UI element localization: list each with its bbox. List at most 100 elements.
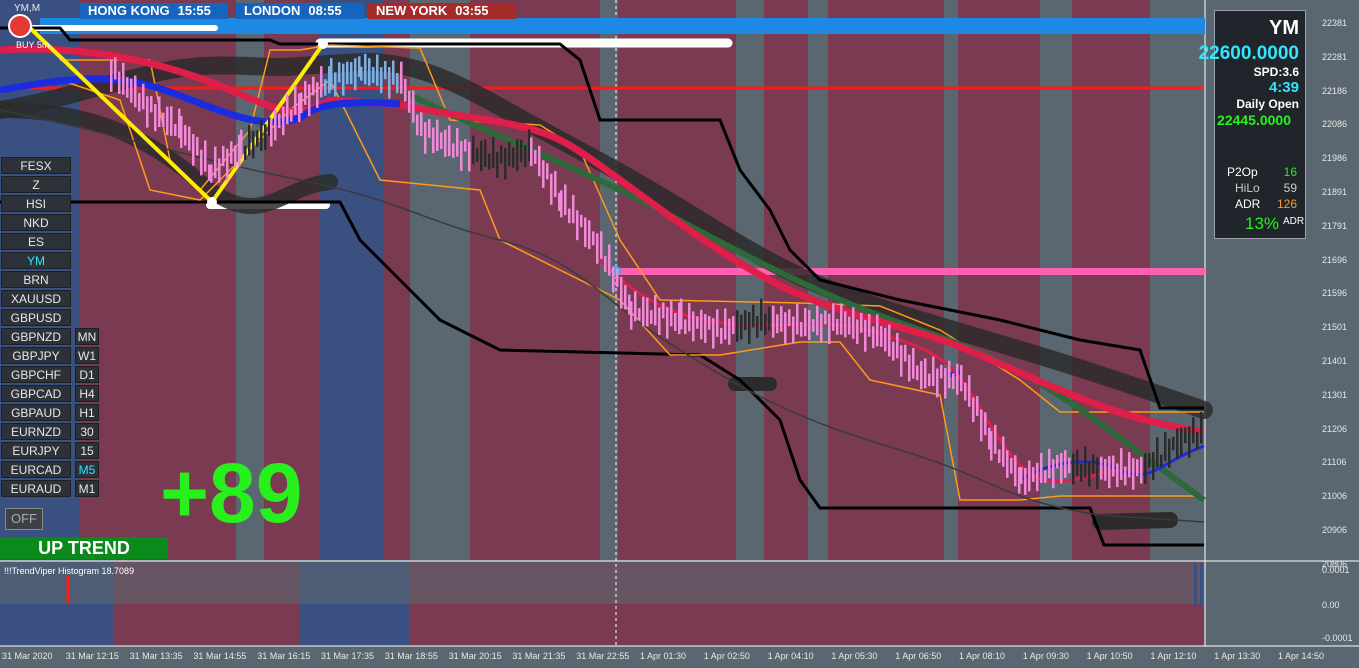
candle bbox=[568, 208, 571, 224]
symbol-button-gbpcad[interactable]: GBPCAD bbox=[1, 385, 71, 402]
candle bbox=[496, 152, 499, 178]
timeframe-button-30[interactable]: 30 bbox=[75, 423, 99, 440]
candle bbox=[1104, 458, 1107, 481]
candle bbox=[1080, 464, 1083, 482]
candle bbox=[804, 307, 807, 337]
panel-price: 22600.0000 bbox=[1198, 43, 1299, 64]
candle bbox=[504, 147, 507, 180]
candle bbox=[692, 311, 695, 342]
candle bbox=[294, 85, 297, 115]
timeframe-button-m5[interactable]: M5 bbox=[75, 461, 99, 478]
symbol-button-z[interactable]: Z bbox=[1, 176, 71, 193]
candle bbox=[214, 146, 217, 179]
symbol-button-nkd[interactable]: NKD bbox=[1, 214, 71, 231]
pips-counter: +89 bbox=[160, 446, 303, 540]
candle bbox=[134, 75, 137, 108]
candle bbox=[684, 319, 687, 335]
p2op-value: 16 bbox=[1283, 165, 1297, 179]
time-tick: 31 Mar 13:35 bbox=[129, 651, 183, 661]
time-tick: 31 Mar 22:55 bbox=[576, 651, 630, 661]
off-button[interactable]: OFF bbox=[5, 508, 43, 530]
timeframe-button-w1[interactable]: W1 bbox=[75, 347, 99, 364]
time-tick: 1 Apr 01:30 bbox=[640, 651, 687, 661]
symbol-button-gbpjpy[interactable]: GBPJPY bbox=[1, 347, 71, 364]
symbol-button-gbpaud[interactable]: GBPAUD bbox=[1, 404, 71, 421]
candle bbox=[796, 303, 799, 335]
symbol-button-eurcad[interactable]: EURCAD bbox=[1, 461, 71, 478]
symbol-button-gbpusd[interactable]: GBPUSD bbox=[1, 309, 71, 326]
candle bbox=[704, 314, 707, 343]
candle bbox=[1132, 458, 1135, 490]
candle bbox=[1040, 453, 1043, 483]
timeframe-button-15[interactable]: 15 bbox=[75, 442, 99, 459]
time-tick: 1 Apr 02:50 bbox=[703, 651, 750, 661]
symbol-button-gbpnzd[interactable]: GBPNZD bbox=[1, 328, 71, 345]
candle bbox=[580, 214, 583, 228]
price-tick: 21106 bbox=[1322, 457, 1347, 468]
candle bbox=[184, 125, 187, 146]
candle bbox=[1002, 436, 1005, 467]
price-tick: 21206 bbox=[1322, 423, 1348, 434]
candle bbox=[608, 244, 611, 276]
symbol-button-xauusd[interactable]: XAUUSD bbox=[1, 290, 71, 307]
timeframe-button-h1[interactable]: H1 bbox=[75, 404, 99, 421]
symbol-button-eurnzd[interactable]: EURNZD bbox=[1, 423, 71, 440]
candle bbox=[612, 266, 615, 293]
candle bbox=[260, 119, 263, 152]
symbol-button-eurjpy[interactable]: EURJPY bbox=[1, 442, 71, 459]
candle bbox=[512, 147, 515, 168]
symbol-button-euraud[interactable]: EURAUD bbox=[1, 480, 71, 497]
info-panel: YM 22600.0000 SPD:3.6 4:39 Daily Open 22… bbox=[1199, 10, 1306, 239]
logo-icon bbox=[8, 14, 32, 38]
candle bbox=[1068, 457, 1071, 474]
candle bbox=[334, 72, 337, 97]
candle bbox=[274, 109, 277, 141]
panel-spread: SPD:3.6 bbox=[1254, 65, 1299, 79]
candle bbox=[1144, 453, 1147, 485]
candle bbox=[788, 309, 791, 327]
time-tick: 1 Apr 14:50 bbox=[1278, 651, 1325, 661]
time-tick: 31 Mar 16:15 bbox=[257, 651, 311, 661]
adr-label: ADR bbox=[1235, 197, 1261, 211]
symbol-button-es[interactable]: ES bbox=[1, 233, 71, 250]
timeframe-button-h4[interactable]: H4 bbox=[75, 385, 99, 402]
candle bbox=[230, 141, 233, 164]
symbol-button-fesx[interactable]: FESX bbox=[1, 157, 71, 174]
candle bbox=[252, 131, 255, 159]
candle bbox=[354, 58, 357, 91]
candle bbox=[304, 80, 307, 105]
timeframe-button-mn[interactable]: MN bbox=[75, 328, 99, 345]
candle bbox=[940, 364, 943, 379]
hilo-value: 59 bbox=[1283, 181, 1297, 195]
candle bbox=[1108, 456, 1111, 489]
candle bbox=[948, 360, 951, 389]
symbol-button-hsi[interactable]: HSI bbox=[1, 195, 71, 212]
time-tick: 1 Apr 05:30 bbox=[831, 651, 878, 661]
price-chart[interactable] bbox=[0, 0, 1359, 668]
candle bbox=[472, 135, 475, 165]
candle bbox=[372, 67, 375, 84]
candle bbox=[748, 312, 751, 345]
symbol-button-ym[interactable]: YM bbox=[1, 252, 71, 269]
candle bbox=[222, 145, 225, 167]
symbol-button-gbpchf[interactable]: GBPCHF bbox=[1, 366, 71, 383]
candle bbox=[456, 128, 459, 157]
candle bbox=[554, 171, 557, 198]
candle bbox=[204, 140, 207, 172]
candle bbox=[188, 126, 191, 151]
candle bbox=[1160, 454, 1163, 468]
candle bbox=[638, 308, 641, 321]
timeframe-button-m1[interactable]: M1 bbox=[75, 480, 99, 497]
spread-value: 3.6 bbox=[1282, 65, 1299, 79]
trend-label: UP TREND bbox=[0, 537, 168, 559]
candle bbox=[436, 119, 439, 151]
candle bbox=[440, 132, 443, 150]
candle bbox=[1088, 462, 1091, 487]
symbol-button-brn[interactable]: BRN bbox=[1, 271, 71, 288]
timeframe-button-d1[interactable]: D1 bbox=[75, 366, 99, 383]
candle bbox=[1200, 411, 1203, 444]
candle bbox=[416, 114, 419, 136]
candle bbox=[1168, 438, 1171, 468]
session-name: NEW YORK bbox=[376, 3, 448, 18]
session-name: LONDON bbox=[244, 3, 301, 18]
